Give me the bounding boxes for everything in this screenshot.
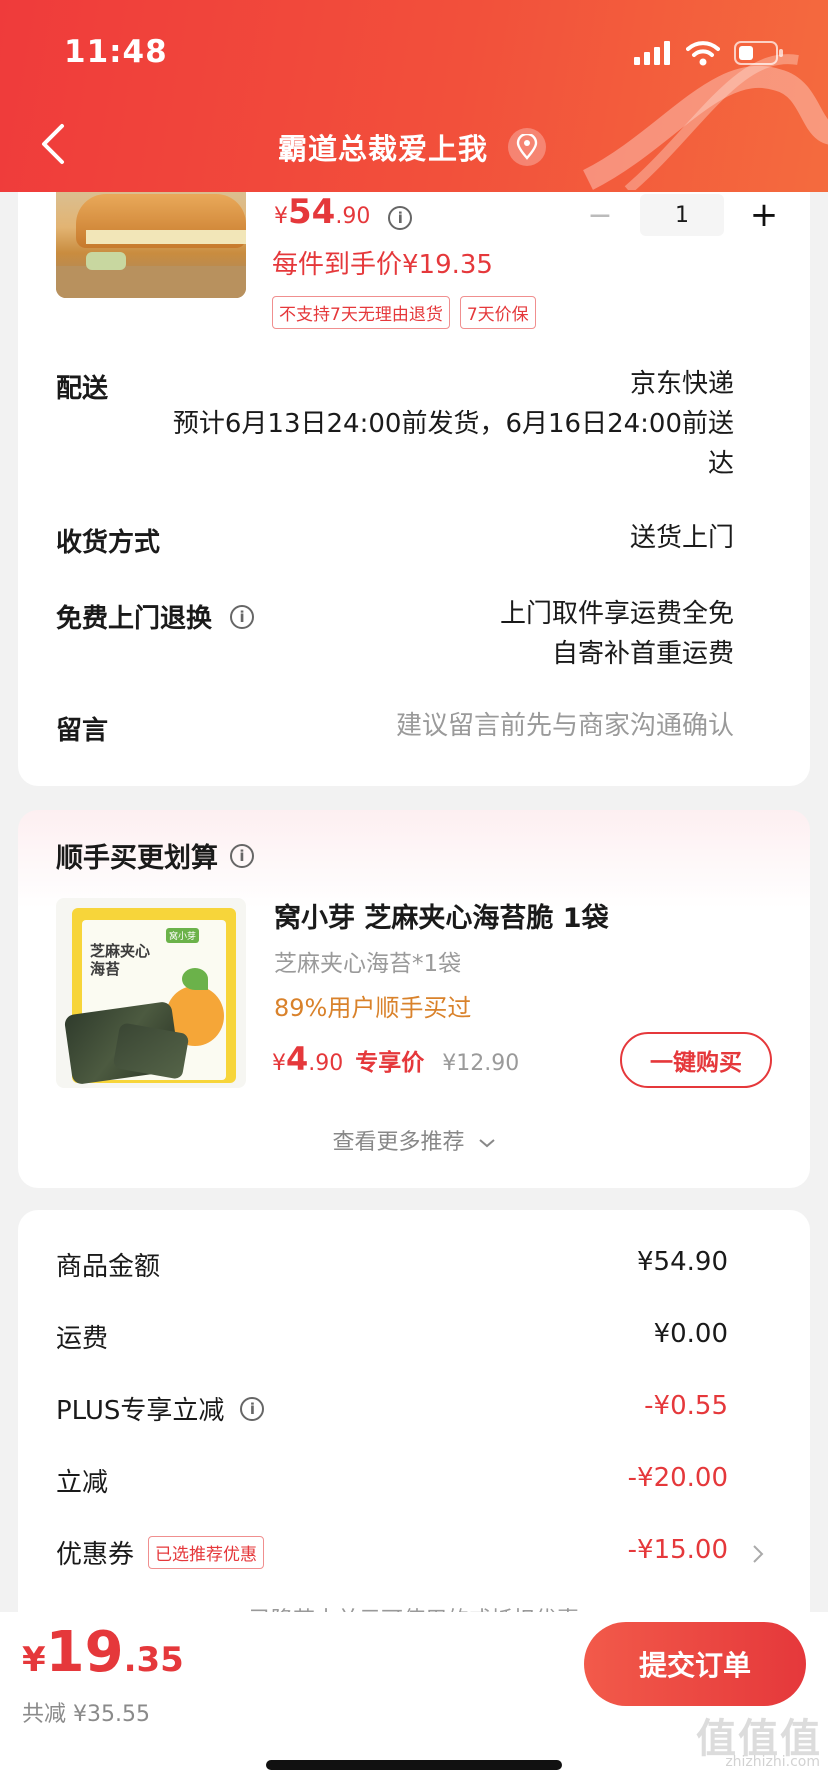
- total-price: ¥ 19 .35: [22, 1620, 184, 1685]
- increase-button[interactable]: +: [742, 195, 786, 235]
- recommend-bought: 89%用户顺手买过: [274, 994, 472, 1022]
- no-return-tag: 不支持7天无理由退货: [272, 296, 450, 329]
- more-recommend-label: 查看更多推荐: [332, 1130, 465, 1155]
- location-icon[interactable]: [508, 128, 547, 166]
- chevron-right-icon[interactable]: [752, 1544, 764, 1564]
- product-thumbnail[interactable]: [56, 180, 246, 298]
- info-icon[interactable]: i: [230, 604, 255, 629]
- goods-amount-label: 商品金额: [56, 1252, 161, 1282]
- info-icon[interactable]: i: [230, 843, 254, 868]
- status-icons: [634, 40, 784, 66]
- coupon-value[interactable]: -¥15.00: [628, 1530, 728, 1570]
- recommend-title-group: 顺手买更划算 i: [56, 836, 254, 875]
- snack-image[interactable]: 芝麻夹心 海苔 窝小芽: [56, 898, 246, 1088]
- price-integer: 19: [45, 1620, 124, 1685]
- order-product-card: ¥ 54 .90 i − 1 + 每件到手价¥19.35 不支持7天无理由退货 …: [18, 150, 810, 786]
- product-price: ¥ 54 .90 i: [274, 192, 413, 232]
- status-bar: 11:48: [0, 34, 828, 74]
- one-click-buy-button[interactable]: 一键购买: [620, 1032, 772, 1088]
- delivery-estimate-end: 达: [707, 449, 734, 479]
- per-item-price: 每件到手价¥19.35: [272, 250, 493, 280]
- instant-discount-label: 立减: [56, 1468, 109, 1498]
- price-symbol: ¥: [274, 204, 288, 229]
- free-return-value[interactable]: 上门取件享运费全免 自寄补首重运费: [500, 594, 734, 674]
- shipping-value: ¥0.00: [653, 1319, 728, 1349]
- plus-discount-value: -¥0.55: [644, 1391, 728, 1421]
- coupon-badge: 已选推荐优惠: [148, 1536, 265, 1569]
- checkout-bar: ¥ 19 .35 共减 ¥35.55 提交订单 值值值 zhizhizhi.co…: [0, 1612, 828, 1792]
- home-indicator: [266, 1760, 562, 1770]
- service-tags: 不支持7天无理由退货 7天价保: [272, 296, 536, 329]
- quantity-value[interactable]: 1: [640, 194, 724, 236]
- recommend-name[interactable]: 窝小芽 芝麻夹心海苔脆 1袋: [274, 896, 609, 935]
- pack-brand: 窝小芽: [166, 928, 200, 943]
- delivery-carrier: 京东快递: [629, 369, 734, 399]
- more-recommend-link[interactable]: 查看更多推荐: [18, 1124, 810, 1156]
- delivery-estimate: 预计6月13日24:00前发货，6月16日24:00前送: [172, 409, 734, 439]
- free-return-label: 免费上门退换: [56, 604, 213, 634]
- signal-icon: [634, 41, 670, 65]
- price-decimal: .90: [335, 204, 371, 229]
- quantity-stepper[interactable]: − 1 +: [578, 194, 786, 236]
- recommend-price: ¥ 4 .90 专享价 ¥12.90: [272, 1040, 519, 1078]
- price-protect-tag: 7天价保: [459, 296, 536, 329]
- coupon-label: 优惠券: [56, 1540, 135, 1570]
- recommend-title: 顺手买更划算: [56, 843, 218, 874]
- free-return-line2: 自寄补首重运费: [551, 639, 734, 669]
- info-icon[interactable]: i: [388, 206, 413, 230]
- price-decimal: .90: [308, 1051, 344, 1076]
- goods-amount-value: ¥54.90: [637, 1247, 728, 1277]
- nav-title-group[interactable]: 霸道总裁爱上我: [278, 126, 547, 168]
- plus-discount-label: PLUS专享立减: [56, 1396, 225, 1426]
- page-title: 霸道总裁爱上我: [278, 132, 489, 166]
- message-label: 留言: [56, 716, 109, 746]
- info-icon[interactable]: i: [240, 1396, 265, 1421]
- back-icon[interactable]: [38, 122, 68, 166]
- status-time: 11:48: [64, 34, 168, 70]
- delivery-info[interactable]: 京东快递 预计6月13日24:00前发货，6月16日24:00前送 达: [173, 364, 734, 484]
- delivery-label: 配送: [56, 374, 109, 404]
- total-saved: 共减 ¥35.55: [22, 1696, 150, 1728]
- recommend-card: 顺手买更划算 i 芝麻夹心 海苔 窝小芽 窝小芽 芝麻夹心海苔脆 1袋 芝麻夹心…: [18, 810, 810, 1188]
- saved-text: 共减 ¥35.55: [22, 1702, 150, 1727]
- chevron-down-icon: [478, 1139, 495, 1148]
- submit-order-button[interactable]: 提交订单: [584, 1622, 806, 1706]
- price-summary-card: 商品金额 ¥54.90 运费 ¥0.00 PLUS专享立减 i -¥0.55 立…: [18, 1210, 810, 1670]
- price-decimal: .35: [123, 1640, 184, 1680]
- price-symbol: ¥: [272, 1051, 286, 1076]
- coupon-label-group[interactable]: 优惠券 已选推荐优惠: [56, 1534, 265, 1571]
- instant-discount-value: -¥20.00: [627, 1463, 728, 1493]
- original-price: ¥12.90: [442, 1051, 520, 1076]
- decrease-button[interactable]: −: [578, 198, 622, 233]
- pack-text: 芝麻夹心 海苔: [90, 942, 151, 978]
- price-symbol: ¥: [22, 1640, 46, 1680]
- plus-discount-label-group: PLUS专享立减 i: [56, 1390, 265, 1427]
- wifi-icon: [686, 41, 720, 66]
- recommend-spec: 芝麻夹心海苔*1袋: [274, 951, 462, 977]
- free-return-label-group: 免费上门退换 i: [56, 598, 255, 635]
- price-integer: 4: [286, 1040, 309, 1078]
- free-return-line1: 上门取件享运费全免: [499, 599, 734, 629]
- header-bar: 11:48 霸道总裁爱上我: [0, 0, 828, 192]
- receive-value[interactable]: 送货上门: [630, 518, 734, 558]
- exclusive-price-tag: 专享价: [355, 1050, 425, 1076]
- receive-label: 收货方式: [56, 528, 161, 558]
- watermark-domain: zhizhizhi.com: [725, 1754, 820, 1770]
- price-integer: 54: [288, 192, 336, 232]
- message-input[interactable]: 建议留言前先与商家沟通确认: [396, 706, 734, 746]
- shipping-label: 运费: [56, 1324, 109, 1354]
- battery-icon: [734, 41, 783, 65]
